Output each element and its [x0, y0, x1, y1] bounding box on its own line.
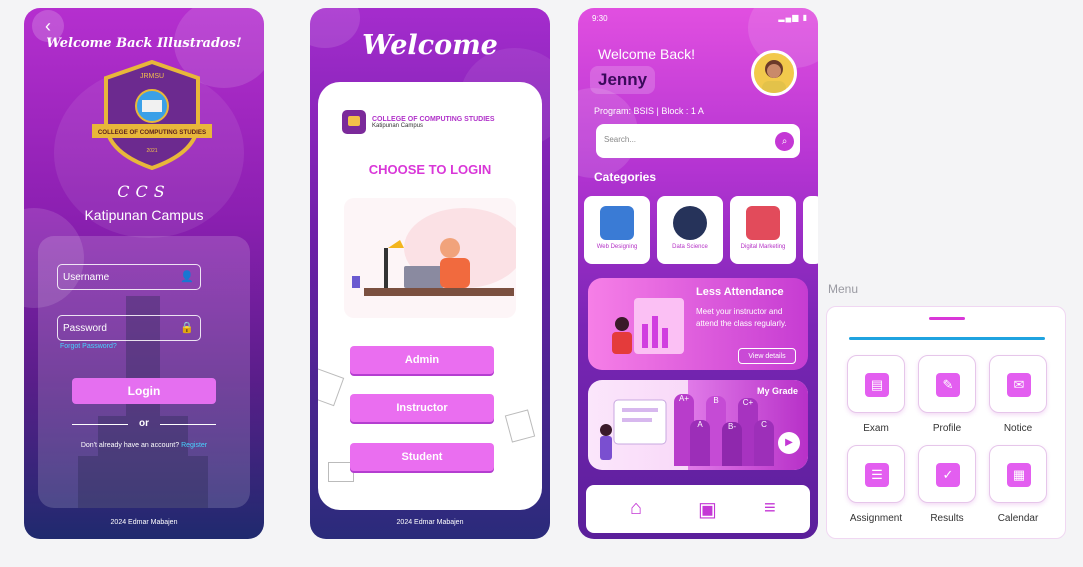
grade-pillar: B- — [722, 422, 742, 466]
username-placeholder: Username — [63, 272, 110, 283]
grade-pillar: A — [690, 420, 710, 466]
choose-login-title: CHOOSE TO LOGIN — [368, 162, 492, 177]
welcome-title: Welcome Back Illustrados! — [46, 36, 242, 51]
web-design-icon — [600, 206, 634, 240]
category-data-science[interactable]: Data Science — [657, 196, 723, 264]
attendance-illustration — [612, 298, 684, 354]
mail-icon: ✉ — [1007, 373, 1031, 397]
home-icon[interactable]: ⌂ — [630, 497, 642, 520]
category-label: Data Science — [672, 244, 708, 250]
ccs-text: CCS — [117, 182, 171, 201]
notice-button[interactable]: ✉ — [989, 355, 1047, 413]
menu-item-label: Calendar — [997, 513, 1039, 524]
user-icon: 👤 — [180, 271, 194, 283]
forgot-password-link[interactable]: Forgot Password? — [60, 343, 117, 350]
avatar[interactable] — [751, 50, 797, 96]
menu-item-label: Exam — [863, 423, 889, 434]
lock-icon: 🔒 — [180, 322, 194, 334]
campus-label: Katipunan Campus — [84, 207, 204, 223]
status-time: 9:30 — [592, 14, 608, 23]
logo-top-text: JRMSU — [140, 73, 164, 80]
menu-item-label: Assignment — [849, 513, 903, 524]
menu-icon[interactable]: ≡ — [764, 497, 776, 520]
welcome-text: Welcome Back! — [598, 46, 695, 62]
attendance-banner[interactable]: Less Attendance Meet your instructor and… — [588, 278, 808, 370]
password-placeholder: Password — [63, 323, 107, 334]
view-details-button[interactable]: View details — [738, 348, 796, 364]
category-more[interactable] — [803, 196, 818, 264]
results-button[interactable]: ✓ — [918, 445, 976, 503]
grade-pillar: C — [754, 420, 774, 466]
username-field[interactable]: Username 👤 — [57, 264, 201, 290]
no-account-text: Don't already have an account? — [80, 442, 180, 449]
logo-ribbon-text: COLLEGE OF COMPUTING STUDIES — [98, 129, 206, 136]
profile-button[interactable]: ✎ — [918, 355, 976, 413]
calendar-icon: ▦ — [1007, 463, 1031, 487]
search-placeholder: Search... — [604, 135, 637, 144]
role-screen: Welcome COLLEGE OF COMPUTING STUDIES Kat… — [310, 8, 550, 539]
search-input[interactable]: Search... ⌕ — [596, 124, 800, 158]
document-icon: ▤ — [865, 373, 889, 397]
banner-title: My Grade — [756, 386, 798, 396]
user-edit-icon: ✎ — [936, 373, 960, 397]
play-icon[interactable]: ▶ — [778, 432, 800, 454]
program-info: Program: BSIS | Block : 1 A — [594, 106, 704, 116]
bottom-nav: ⌂ ▣ ≡ — [586, 485, 810, 533]
menu-item-label: Notice — [1003, 423, 1033, 434]
footer-credit: 2024 Edmar Mabajen — [396, 519, 464, 526]
calendar-check-icon[interactable]: ▣ — [698, 497, 717, 522]
password-field[interactable]: Password 🔒 — [57, 315, 201, 341]
assignment-icon: ☰ — [865, 463, 889, 487]
workspace-illustration — [344, 198, 516, 318]
admin-button[interactable]: Admin — [350, 346, 494, 374]
drag-handle[interactable] — [929, 317, 965, 320]
megaphone-icon — [746, 206, 780, 240]
category-web-designing[interactable]: Web Designing — [584, 196, 650, 264]
search-icon[interactable]: ⌕ — [775, 132, 794, 151]
college-badge-icon — [342, 110, 366, 134]
dashboard-screen: 9:30 ▂▄▆ ▮ Welcome Back! Jenny Program: … — [578, 8, 818, 539]
category-label: Web Designing — [596, 244, 638, 250]
calendar-button[interactable]: ▦ — [989, 445, 1047, 503]
instructor-button[interactable]: Instructor — [350, 394, 494, 422]
logo-year-text: 2021 — [146, 148, 157, 154]
data-science-icon — [673, 206, 707, 240]
register-link[interactable]: Register — [181, 442, 207, 449]
banner-description: Meet your instructor and attend the clas… — [696, 307, 787, 328]
grade-banner[interactable]: My Grade A+ B C+ A B- C ▶ — [588, 380, 808, 470]
user-name: Jenny — [590, 66, 656, 94]
checklist-icon: ✓ — [936, 463, 960, 487]
menu-item-label: Profile — [932, 423, 962, 434]
menu-divider — [849, 337, 1045, 340]
welcome-title: Welcome — [362, 30, 498, 61]
menu-item-label: Results — [930, 513, 964, 524]
category-label: Digital Marketing — [740, 244, 786, 250]
college-header: COLLEGE OF COMPUTING STUDIES Katipunan C… — [342, 110, 495, 134]
exam-button[interactable]: ▤ — [847, 355, 905, 413]
register-line: Don't already have an account? Register — [24, 442, 264, 449]
login-button[interactable]: Login — [72, 378, 216, 404]
or-divider: or — [72, 418, 216, 430]
categories-title: Categories — [594, 170, 657, 184]
grade-illustration — [600, 399, 667, 460]
student-button[interactable]: Student — [350, 443, 494, 471]
assignment-button[interactable]: ☰ — [847, 445, 905, 503]
footer-credit: 2024 Edmar Mabajen — [110, 519, 178, 526]
banner-title: Less Attendance — [696, 286, 784, 298]
college-logo: JRMSU COLLEGE OF COMPUTING STUDIES 2021 — [92, 60, 212, 170]
status-icons: ▂▄▆ ▮ — [778, 13, 808, 22]
menu-panel: ▤ Exam ✎ Profile ✉ Notice ☰ Assignment ✓… — [826, 306, 1066, 539]
college-title: COLLEGE OF COMPUTING STUDIES — [372, 115, 495, 123]
college-campus: Katipunan Campus — [372, 122, 424, 129]
category-digital-marketing[interactable]: Digital Marketing — [730, 196, 796, 264]
menu-label: Menu — [828, 282, 859, 296]
login-screen: ‹ Welcome Back Illustrados! JRMSU COLLEG… — [24, 8, 264, 539]
